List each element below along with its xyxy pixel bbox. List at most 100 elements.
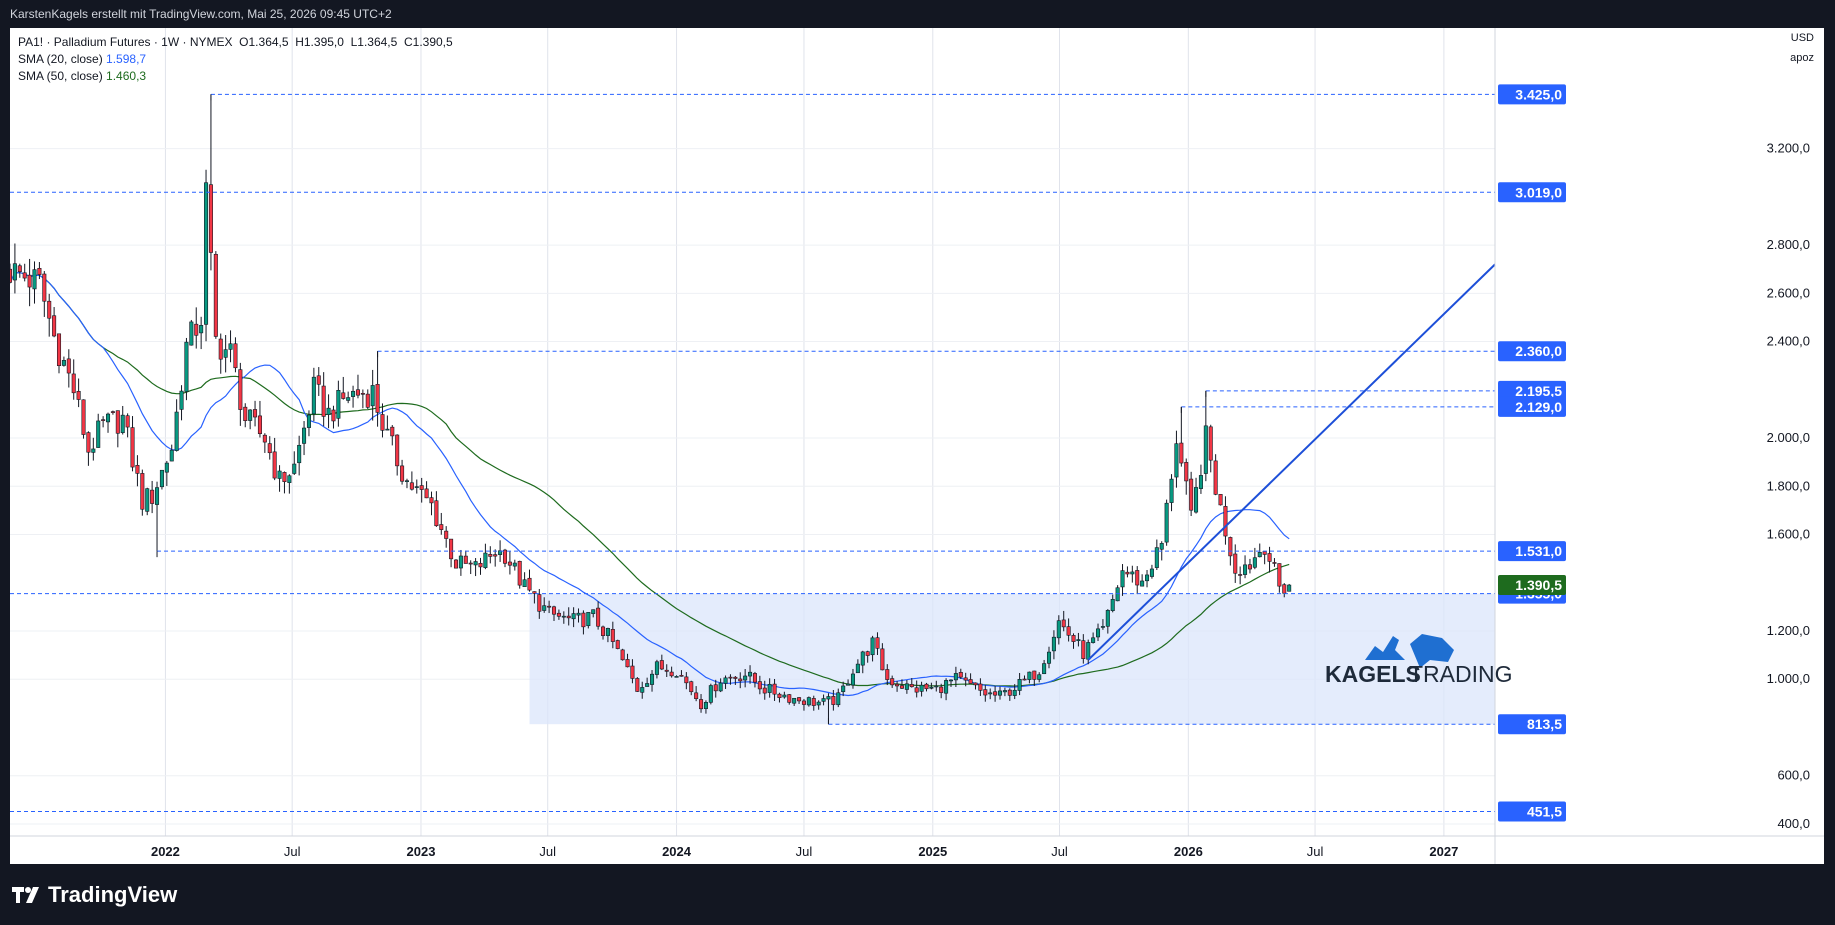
candle: [66, 349, 71, 388]
candle-body: [101, 419, 106, 421]
candle-body: [738, 678, 743, 682]
candle-body: [1091, 637, 1096, 643]
candle-body: [507, 561, 512, 566]
candle-body: [816, 701, 821, 706]
candle: [806, 696, 811, 707]
candle-body: [733, 676, 738, 679]
candle-body: [282, 472, 287, 482]
candle: [326, 394, 331, 429]
candle: [1247, 558, 1252, 574]
candle-body: [365, 393, 370, 408]
candle: [341, 376, 346, 400]
candle: [1125, 566, 1130, 578]
x-tick-label: 2025: [918, 844, 947, 859]
candle-body: [375, 384, 380, 413]
price-chart[interactable]: 3.200,0 2.800,0 2.600,0 2.400,0 2.000,0 1.800…: [10, 28, 1824, 864]
candle-body: [703, 702, 708, 709]
candle-body: [306, 414, 311, 428]
candle: [228, 330, 233, 363]
candle: [184, 337, 189, 401]
currency-label[interactable]: USD: [1791, 32, 1814, 44]
candle-body: [311, 376, 316, 415]
candle: [1149, 564, 1154, 579]
candle-body: [566, 615, 571, 619]
candle-body: [635, 678, 640, 692]
candle-body: [1017, 679, 1022, 691]
candle-body: [1213, 460, 1218, 495]
candle-body: [1267, 553, 1272, 562]
candle-body: [1287, 584, 1292, 592]
chart-area[interactable]: 3.200,0 2.800,0 2.600,0 2.400,0 2.000,0 1.800…: [10, 28, 1824, 864]
candle-body: [968, 679, 973, 684]
candle-body: [1228, 537, 1233, 557]
attribution-bar: KarstenKagels erstellt mit TradingView.c…: [0, 0, 1835, 28]
candle: [12, 243, 17, 294]
candle: [493, 549, 498, 567]
candle-body: [238, 369, 243, 410]
candle-body: [351, 390, 356, 397]
legend-sma50-row[interactable]: SMA (50, close) 1.460,3: [18, 68, 453, 85]
scale-mode-label[interactable]: apoz: [1790, 52, 1814, 64]
candle-body: [610, 629, 615, 642]
candle-body: [1061, 619, 1066, 628]
candle: [336, 380, 341, 427]
candle: [253, 400, 258, 427]
candle: [194, 307, 199, 349]
candle-body: [115, 410, 120, 434]
y-tick-label: 1.000,0: [1767, 671, 1810, 686]
tradingview-logo[interactable]: TradingView: [12, 882, 177, 908]
candle-body: [488, 553, 493, 557]
candle-body: [1223, 506, 1228, 537]
legend-sma20-row[interactable]: SMA (20, close) 1.598,7: [18, 51, 453, 68]
candle-body: [223, 349, 228, 358]
candle: [458, 549, 463, 576]
candle-body: [1120, 570, 1125, 588]
candle: [267, 436, 272, 460]
candle-body: [326, 407, 331, 415]
candle-body: [429, 497, 434, 504]
candle-body: [1081, 640, 1086, 659]
candle-body: [248, 409, 253, 421]
candle: [1145, 570, 1150, 588]
legend-close: C1.390,5: [403, 35, 453, 49]
candle: [370, 369, 375, 421]
candle: [1233, 544, 1238, 583]
candle: [355, 374, 360, 399]
candle: [365, 389, 370, 410]
candle-body: [801, 700, 806, 705]
candle-body: [218, 338, 223, 360]
candle-body: [1096, 628, 1101, 638]
candle: [635, 677, 640, 692]
legend-high: H1.395,0: [295, 35, 344, 49]
candle: [106, 412, 111, 433]
candle-body: [1071, 635, 1076, 642]
candle: [1184, 458, 1189, 495]
level-badge: 1.531,0: [1498, 541, 1566, 562]
candle: [1272, 558, 1277, 567]
candle-body: [1218, 494, 1223, 506]
candle: [238, 362, 243, 426]
candle-body: [885, 669, 890, 680]
candle-body: [713, 684, 718, 692]
candle-body: [17, 265, 22, 272]
candle-body: [194, 323, 199, 336]
candle: [1287, 583, 1292, 592]
candle: [110, 410, 115, 415]
candle-body: [370, 385, 375, 407]
candle: [52, 307, 57, 338]
candle-body: [1277, 563, 1282, 587]
candle: [169, 444, 174, 462]
candle: [199, 316, 204, 350]
candle: [287, 474, 292, 494]
candle: [140, 469, 145, 516]
candle: [292, 451, 297, 476]
candle: [155, 481, 160, 552]
y-tick-label: 2.800,0: [1767, 237, 1810, 252]
candle-body: [875, 637, 880, 649]
candle-body: [1262, 551, 1267, 555]
candle-body: [213, 253, 218, 337]
candle: [360, 389, 365, 409]
candle: [76, 378, 81, 408]
legend-symbol[interactable]: PA1! · Palladium Futures · 1W · NYMEX: [18, 35, 233, 49]
watermark-text-1: KAGELS: [1325, 661, 1421, 687]
